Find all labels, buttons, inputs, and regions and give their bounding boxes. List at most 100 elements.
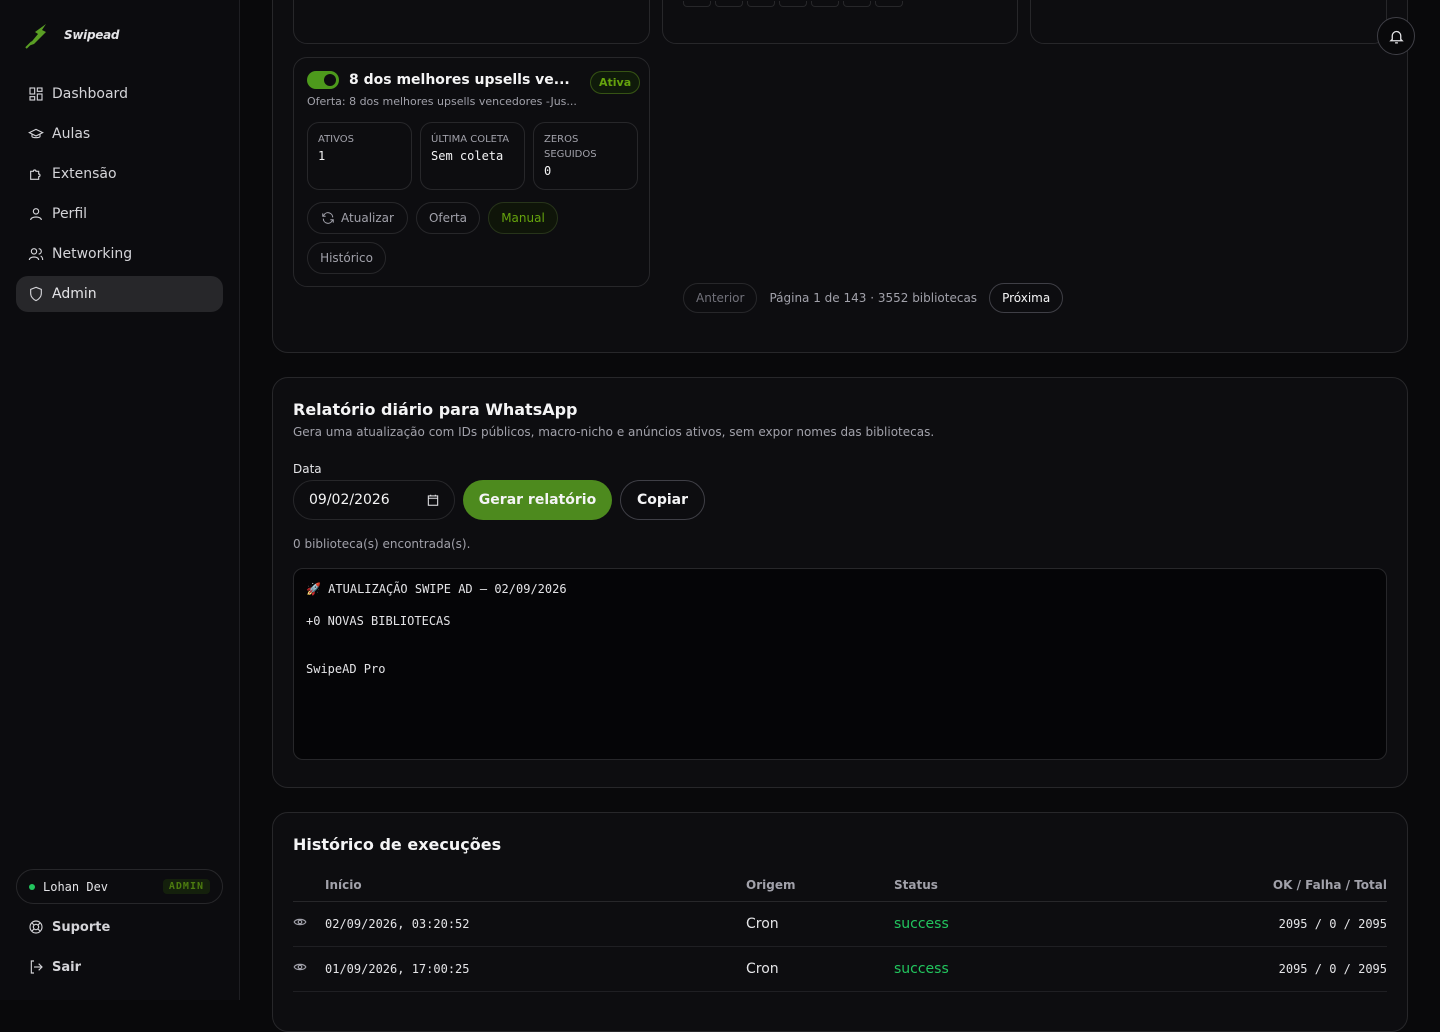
nav-item-extensao[interactable]: Extensão (16, 156, 223, 192)
nav-label: Extensão (52, 166, 117, 182)
report-description: Gera uma atualização com IDs públicos, m… (293, 425, 935, 439)
nav-label: Aulas (52, 126, 91, 142)
tag (875, 1, 903, 7)
manual-button[interactable]: Manual (488, 202, 558, 234)
nav-label: Networking (52, 246, 133, 262)
output-line: SwipeAD Pro (306, 662, 386, 676)
stat-value: Sem coleta (431, 149, 504, 163)
refresh-button[interactable]: Atualizar (307, 202, 408, 234)
stat-ultima-coleta: ÚLTIMA COLETA Sem coleta (420, 122, 525, 190)
history-table: Início Origem Status OK / Falha / Total … (293, 869, 1387, 992)
history-title: Histórico de execuções (293, 835, 502, 854)
report-output-textarea[interactable]: 🚀 ATUALIZAÇÃO SWIPE AD — 02/09/2026 +0 N… (293, 568, 1387, 760)
nav-item-aulas[interactable]: Aulas (16, 116, 223, 152)
stat-label: ÚLTIMA COLETA (431, 134, 510, 145)
logout-link[interactable]: Sair (28, 959, 81, 975)
view-cell (293, 946, 325, 992)
user-profile-pill[interactable]: Lohan Dev ADMIN (16, 869, 223, 904)
tag (683, 1, 711, 7)
library-active-toggle[interactable] (307, 71, 339, 89)
nav-label: Perfil (52, 206, 88, 222)
tag (747, 1, 775, 7)
origin-cell: Cron (746, 946, 894, 992)
calendar-icon[interactable] (426, 493, 440, 507)
refresh-icon (322, 212, 334, 224)
stat-label: ZEROS SEGUIDOS (544, 134, 597, 160)
main-nav: Dashboard Aulas Extensão Perfil Networki… (16, 76, 223, 316)
library-offer: Oferta: 8 dos melhores upsells vencedore… (307, 95, 577, 108)
table-row[interactable]: 01/09/2026, 17:00:25 Cron success 2095 /… (293, 946, 1387, 992)
swipead-logo-icon (25, 24, 46, 49)
copy-button[interactable]: Copiar (620, 480, 705, 520)
card-header: 8 dos melhores upsells ve... (307, 71, 570, 89)
library-card (293, 0, 650, 44)
eye-icon[interactable] (293, 960, 307, 974)
library-title: 8 dos melhores upsells ve... (349, 72, 570, 88)
offer-label: Oferta (428, 211, 468, 225)
brand-logo[interactable]: Swipead (24, 20, 119, 50)
status-cell: success (894, 946, 1094, 992)
logout-icon (30, 960, 43, 974)
nav-item-networking[interactable]: Networking (16, 236, 223, 272)
prev-page-button[interactable]: Anterior (683, 283, 758, 313)
tag-row (683, 0, 907, 11)
users-icon (28, 248, 44, 261)
date-field[interactable]: 09/02/2026 (293, 480, 455, 520)
user-icon (30, 208, 42, 221)
table-row[interactable]: 02/09/2026, 03:20:52 Cron success 2095 /… (293, 901, 1387, 947)
lifebuoy-icon (29, 920, 43, 934)
tag (715, 1, 743, 7)
library-card (1030, 0, 1387, 44)
eye-icon[interactable] (293, 915, 307, 929)
stat-value: 0 (544, 164, 552, 178)
next-page-button[interactable]: Próxima (989, 283, 1064, 313)
output-line: 🚀 ATUALIZAÇÃO SWIPE AD — 02/09/2026 (306, 582, 567, 596)
notifications-button[interactable] (1377, 17, 1415, 55)
nav-item-dashboard[interactable]: Dashboard (16, 76, 223, 112)
tag (843, 1, 871, 7)
user-name: Lohan Dev (43, 879, 109, 894)
status-cell: success (894, 901, 1094, 947)
stat-label: ATIVOS (318, 134, 355, 145)
column-header-status: Status (894, 869, 1094, 902)
graduation-cap-icon (28, 128, 44, 139)
libraries-panel: 8 dos melhores upsells ve... Ativa Ofert… (272, 0, 1408, 353)
tag (811, 1, 839, 7)
execution-history-panel: Histórico de execuções Início Origem Sta… (272, 812, 1408, 1032)
logout-label: Sair (52, 959, 82, 975)
role-badge: ADMIN (162, 879, 210, 894)
stat-zeros-seguidos: ZEROS SEGUIDOS 0 (533, 122, 638, 190)
found-count: 0 biblioteca(s) encontrada(s). (293, 537, 471, 551)
status-badge: Ativa (590, 71, 641, 94)
pagination: Anterior Página 1 de 143 · 3552 bibliote… (683, 283, 1064, 313)
column-header-totals: OK / Falha / Total (1094, 869, 1387, 902)
date-value: 09/02/2026 (309, 492, 390, 508)
library-card-upsells: 8 dos melhores upsells ve... Ativa Ofert… (293, 57, 650, 287)
history-button[interactable]: Histórico (307, 242, 386, 274)
column-header-start: Início (325, 869, 746, 902)
nav-label: Dashboard (52, 86, 128, 102)
view-cell (293, 901, 325, 947)
history-label: Histórico (320, 251, 373, 265)
support-link[interactable]: Suporte (28, 919, 110, 935)
table-header-row: Início Origem Status OK / Falha / Total (293, 869, 1387, 902)
page-info: Página 1 de 143 · 3552 bibliotecas (769, 291, 978, 305)
date-label: Data (293, 462, 322, 476)
library-card (662, 0, 1018, 44)
nav-item-admin[interactable]: Admin (16, 276, 223, 312)
stat-value: 1 (318, 149, 326, 163)
puzzle-icon (30, 169, 41, 180)
totals-cell: 2095 / 0 / 2095 (1094, 946, 1387, 992)
generate-report-button[interactable]: Gerar relatório (463, 480, 612, 520)
nav-item-perfil[interactable]: Perfil (16, 196, 223, 232)
column-header-origin: Origem (746, 869, 894, 902)
stat-ativos: ATIVOS 1 (307, 122, 412, 190)
offer-button[interactable]: Oferta (416, 202, 480, 234)
grid-icon (29, 87, 43, 101)
whatsapp-report-panel: Relatório diário para WhatsApp Gera uma … (272, 377, 1408, 788)
start-cell: 01/09/2026, 17:00:25 (325, 946, 746, 992)
tag (779, 1, 807, 7)
refresh-label: Atualizar (341, 211, 394, 225)
output-line: +0 NOVAS BIBLIOTECAS (306, 614, 451, 628)
report-title: Relatório diário para WhatsApp (293, 400, 578, 419)
